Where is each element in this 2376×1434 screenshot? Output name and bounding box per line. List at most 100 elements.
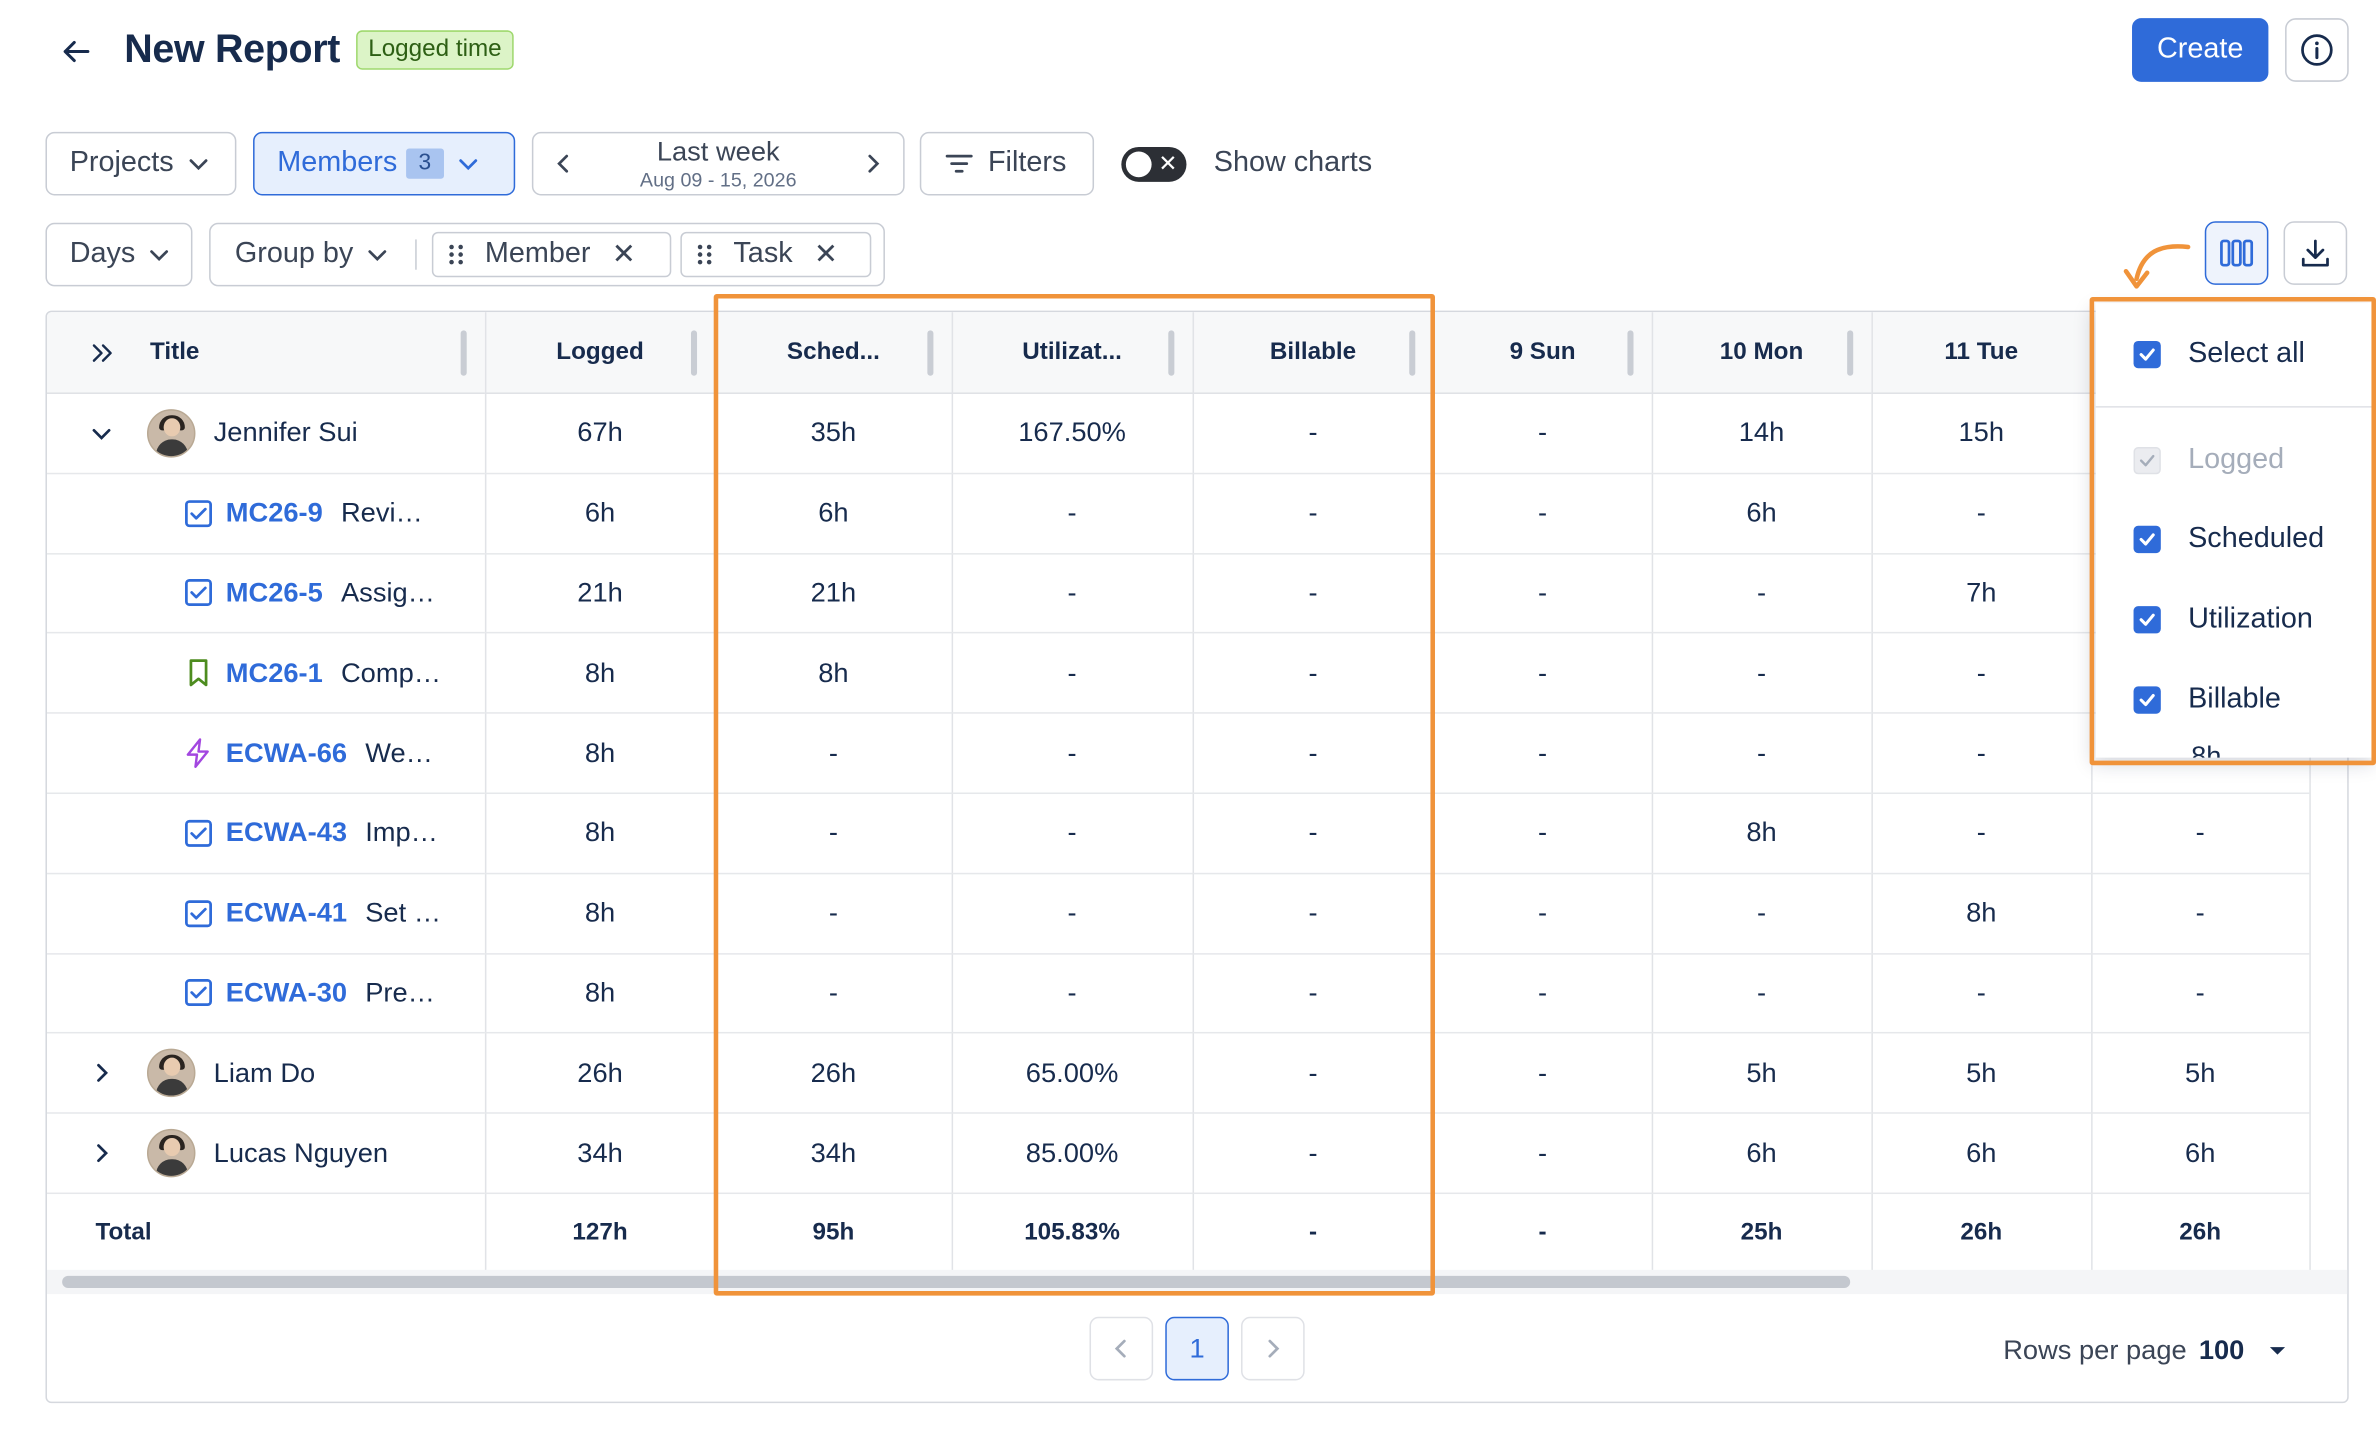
column-header-logged[interactable]: Logged — [484, 312, 716, 394]
table-cell: 5h — [1871, 1034, 2092, 1115]
report-page: New Report Logged time Create Projects M… — [0, 0, 2376, 1434]
column-resize-handle[interactable] — [1409, 330, 1416, 376]
task-key-link[interactable]: ECWA-41 — [226, 897, 347, 929]
columns-menu-item-select-all[interactable]: Select all — [2096, 315, 2376, 394]
checkbox-checked-icon[interactable] — [2133, 686, 2161, 714]
member-row-title[interactable]: Lucas Nguyen — [46, 1114, 485, 1195]
column-header-billable[interactable]: Billable — [1192, 312, 1434, 394]
days-dropdown[interactable]: Days — [45, 222, 193, 287]
column-header-label: 10 Mon — [1719, 338, 1804, 365]
info-button[interactable] — [2285, 18, 2349, 82]
columns-menu-item-utilization[interactable]: Utilization — [2096, 580, 2376, 659]
checkbox-checked-icon[interactable] — [2133, 525, 2161, 554]
show-charts-toggle[interactable]: ✕ — [1121, 146, 1187, 182]
column-header-10-mon[interactable]: 10 Mon — [1651, 312, 1872, 394]
rows-per-page[interactable]: Rows per page 100 — [2003, 1335, 2288, 1367]
table-cell: - — [1433, 794, 1652, 875]
back-arrow-icon[interactable] — [55, 30, 97, 72]
column-header-utilizat[interactable]: Utilizat... — [951, 312, 1193, 394]
page-button[interactable]: 1 — [1165, 1316, 1229, 1381]
total-row-title: Total — [46, 1194, 485, 1275]
table-cell: 6h — [484, 474, 716, 554]
create-button[interactable]: Create — [2132, 18, 2269, 82]
columns-menu-item-scheduled[interactable]: Scheduled — [2096, 500, 2376, 579]
chevron-left-icon[interactable] — [552, 152, 576, 176]
task-key-link[interactable]: MC26-9 — [226, 497, 323, 529]
task-row-title[interactable]: ECWA-66 We… — [46, 714, 485, 794]
table-cell: - — [715, 874, 952, 955]
task-row-title[interactable]: MC26-9 Revi… — [46, 474, 485, 554]
column-header-9-sun[interactable]: 9 Sun — [1433, 312, 1652, 394]
task-key-link[interactable]: ECWA-43 — [226, 817, 347, 849]
column-resize-handle[interactable] — [460, 330, 467, 376]
remove-icon[interactable]: ✕ — [612, 237, 636, 272]
checkbox-checked-icon[interactable] — [2133, 340, 2161, 369]
checkbox-checked-icon[interactable] — [2133, 606, 2161, 634]
column-resize-handle[interactable] — [1847, 330, 1854, 376]
previous-page-button[interactable] — [1089, 1316, 1154, 1381]
chevron-down-icon — [189, 159, 207, 171]
column-header-label: Utilizat... — [1022, 338, 1122, 365]
column-header-label: Billable — [1269, 338, 1357, 365]
task-row-title[interactable]: ECWA-43 Imp… — [46, 794, 485, 875]
task-key-link[interactable]: ECWA-30 — [226, 977, 347, 1009]
column-resize-handle[interactable] — [690, 330, 698, 376]
chevron-right-icon[interactable] — [89, 1141, 113, 1165]
table-cell: 6h — [2091, 1114, 2310, 1195]
horizontal-scrollbar[interactable] — [62, 1275, 1851, 1289]
column-header-sched[interactable]: Sched... — [715, 312, 952, 394]
task-key-link[interactable]: MC26-5 — [226, 577, 323, 609]
group-chip-label: Task — [733, 237, 793, 270]
table-cell: - — [1192, 394, 1434, 474]
task-key-link[interactable]: MC26-1 — [226, 657, 323, 689]
avatar — [146, 1049, 196, 1098]
columns-button[interactable] — [2204, 221, 2269, 285]
column-resize-handle[interactable] — [1627, 330, 1634, 376]
task-checkbox-icon — [183, 818, 213, 848]
member-row-title[interactable]: Liam Do — [46, 1034, 485, 1115]
chevron-right-icon[interactable] — [89, 1061, 113, 1085]
table-cell: 8h — [484, 714, 716, 794]
task-row-title[interactable]: ECWA-41 Set … — [46, 874, 485, 955]
total-cell: 26h — [2091, 1194, 2310, 1275]
chevron-right-icon[interactable] — [861, 152, 885, 176]
column-header-11-tue[interactable]: 11 Tue — [1871, 312, 2092, 394]
column-resize-handle[interactable] — [927, 330, 934, 376]
task-key-link[interactable]: ECWA-66 — [226, 737, 347, 769]
members-dropdown[interactable]: Members 3 — [253, 131, 516, 196]
table-cell: - — [2091, 874, 2310, 955]
date-range-picker[interactable]: Last week Aug 09 - 15, 2026 — [531, 131, 905, 196]
column-header-label: Title — [150, 338, 200, 365]
member-row-title[interactable]: Jennifer Sui — [46, 394, 485, 474]
avatar — [146, 1129, 196, 1178]
week-label: Last week — [656, 136, 780, 167]
table-cell: 21h — [715, 554, 952, 634]
drag-handle-icon[interactable] — [449, 244, 464, 265]
columns-menu-label: Billable — [2188, 683, 2281, 716]
table-cell: - — [715, 714, 952, 794]
drag-handle-icon[interactable] — [697, 244, 712, 265]
filters-button[interactable]: Filters — [919, 131, 1095, 196]
column-resize-handle[interactable] — [1168, 330, 1175, 376]
group-chip-member[interactable]: Member ✕ — [431, 231, 672, 278]
expand-all-icon[interactable] — [89, 339, 116, 366]
projects-dropdown[interactable]: Projects — [45, 131, 237, 196]
member-name: Jennifer Sui — [213, 417, 358, 448]
columns-menu: Select all Logged Scheduled Utilization … — [2095, 303, 2376, 758]
chevron-down-icon[interactable] — [89, 421, 113, 445]
task-row-title[interactable]: MC26-5 Assig… — [46, 554, 485, 634]
table-cell: - — [1871, 634, 2092, 714]
columns-menu-item-billable[interactable]: Billable — [2096, 661, 2376, 740]
checkbox-disabled-icon — [2133, 447, 2161, 475]
task-row-title[interactable]: MC26-1 Comp… — [46, 634, 485, 714]
task-row-title[interactable]: ECWA-30 Pre… — [46, 954, 485, 1035]
group-chip-task[interactable]: Task ✕ — [680, 231, 872, 278]
download-button[interactable] — [2283, 221, 2348, 285]
task-name: Set … — [365, 897, 442, 928]
column-header-label: Logged — [556, 338, 644, 365]
table-cell: - — [951, 874, 1193, 955]
remove-icon[interactable]: ✕ — [814, 237, 838, 272]
table-cell: 21h — [484, 554, 716, 634]
table-cell: - — [951, 474, 1193, 554]
next-page-button[interactable] — [1241, 1316, 1305, 1381]
